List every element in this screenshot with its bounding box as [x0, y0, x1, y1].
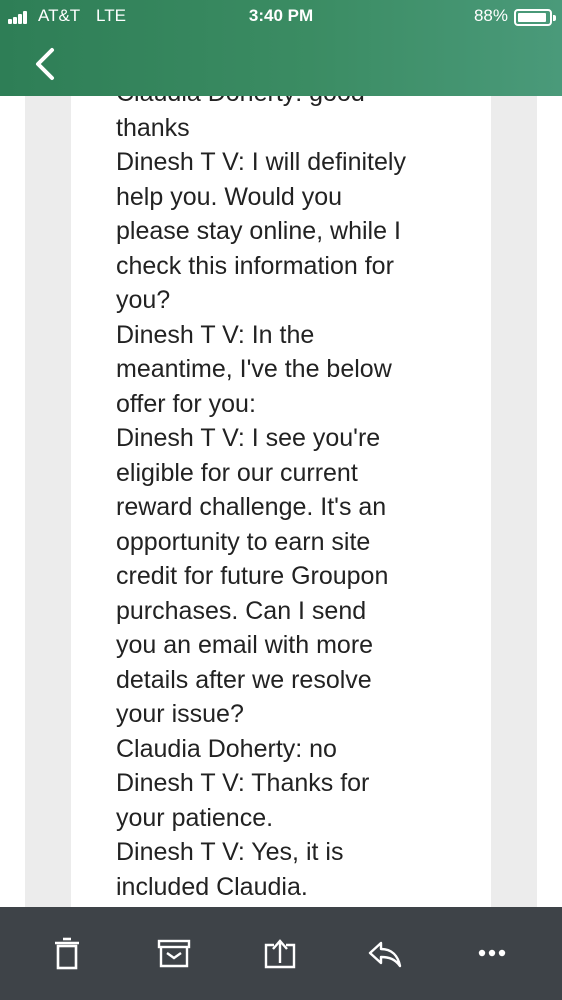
- bottom-toolbar: [0, 907, 562, 1000]
- archive-button[interactable]: [152, 931, 196, 975]
- archive-icon: [157, 939, 191, 968]
- more-options-button[interactable]: [470, 931, 514, 975]
- app-header: AT&T LTE 3:40 PM 88%: [0, 0, 562, 96]
- battery-icon: [514, 9, 556, 26]
- chevron-left-icon: [36, 48, 54, 80]
- share-icon: [264, 939, 296, 969]
- more-icon: [478, 949, 506, 957]
- reply-button[interactable]: [363, 931, 407, 975]
- status-bar: AT&T LTE 3:40 PM 88%: [0, 0, 562, 32]
- reply-icon: [368, 941, 402, 968]
- share-button[interactable]: [258, 931, 302, 975]
- delete-button[interactable]: [45, 931, 89, 975]
- chat-transcript-text: Claudia Doherty: good thanks Dinesh T V:…: [116, 96, 406, 901]
- message-content-area[interactable]: Claudia Doherty: good thanks Dinesh T V:…: [0, 96, 562, 907]
- battery-percentage: 88%: [473, 6, 508, 25]
- trash-icon: [55, 937, 79, 970]
- back-button[interactable]: [28, 44, 68, 84]
